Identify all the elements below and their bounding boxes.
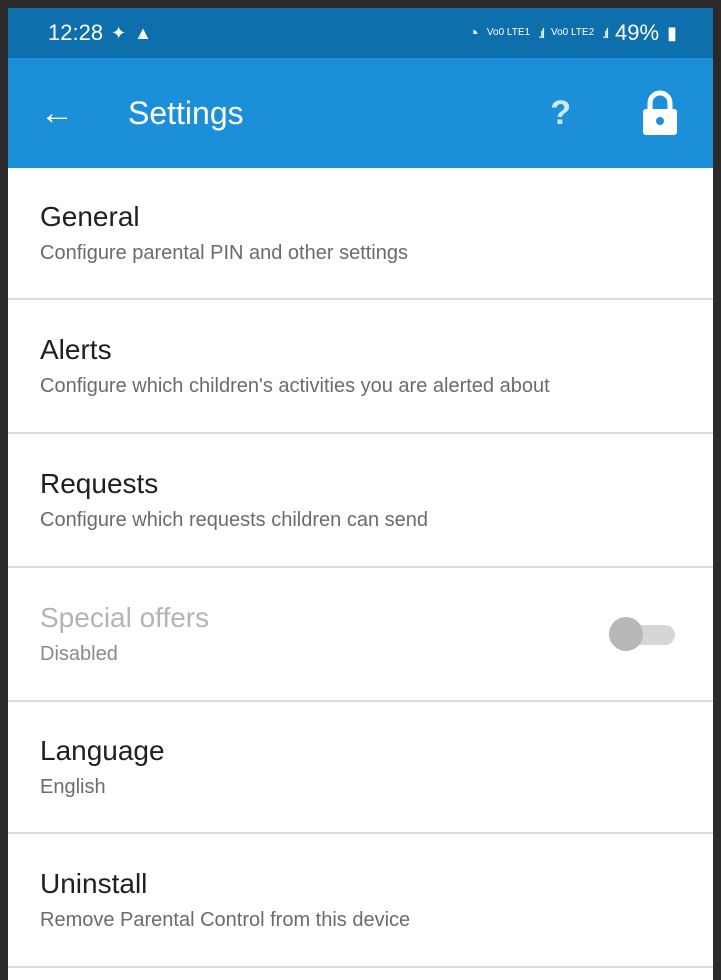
setting-title: Alerts: [40, 334, 112, 365]
back-arrow-icon[interactable]: ←: [40, 94, 102, 133]
setting-uninstall-text: Uninstall Remove Parental Control from t…: [40, 867, 410, 933]
setting-alerts-text: Alerts Configure which children's activi…: [40, 333, 640, 399]
lock-icon[interactable]: [641, 90, 679, 136]
setting-language[interactable]: Language English: [8, 702, 713, 834]
wifi-icon: ◔: [468, 22, 479, 43]
cast-icon: ✦: [111, 22, 127, 43]
page-title: Settings: [128, 94, 244, 131]
network-label-2: Vo0 LTE2: [550, 27, 595, 38]
phone-screen: 12:28 ✦ ▲ ◔ Vo0 LTE1 .ıl Vo0 LTE2 .ıl 49…: [8, 8, 713, 980]
status-time: 12:28: [48, 20, 104, 45]
setting-uninstall[interactable]: Uninstall Remove Parental Control from t…: [8, 834, 713, 968]
setting-special-offers-text: Special offers Disabled: [40, 601, 209, 667]
help-button[interactable]: ?: [550, 94, 571, 133]
signal-icon: .ıl: [538, 25, 545, 41]
warning-icon: ▲: [134, 22, 152, 43]
settings-list: General Configure parental PIN and other…: [8, 168, 713, 968]
setting-title: Requests: [40, 468, 159, 499]
setting-subtitle: Configure which requests children can se…: [40, 509, 428, 531]
special-offers-toggle[interactable]: [609, 617, 675, 651]
setting-title: General: [40, 201, 140, 232]
setting-alerts[interactable]: Alerts Configure which children's activi…: [8, 300, 713, 434]
setting-general[interactable]: General Configure parental PIN and other…: [8, 168, 713, 300]
battery-icon: ▮: [667, 22, 677, 43]
setting-requests-text: Requests Configure which requests childr…: [40, 467, 428, 533]
setting-general-text: General Configure parental PIN and other…: [40, 200, 408, 266]
setting-title: Special offers: [40, 602, 210, 633]
toggle-thumb: [609, 617, 643, 651]
network-label-1: Vo0 LTE1: [486, 27, 531, 38]
app-bar: ← Settings ?: [8, 58, 713, 168]
status-left: 12:28 ✦ ▲: [48, 20, 152, 46]
status-bar: 12:28 ✦ ▲ ◔ Vo0 LTE1 .ıl Vo0 LTE2 .ıl 49…: [8, 8, 713, 58]
setting-requests[interactable]: Requests Configure which requests childr…: [8, 434, 713, 568]
setting-title: Uninstall: [40, 868, 148, 899]
setting-subtitle: Configure which children's activities yo…: [40, 375, 550, 397]
setting-special-offers[interactable]: Special offers Disabled: [8, 568, 713, 702]
signal-icon-2: .ıl: [602, 25, 609, 41]
setting-title: Language: [40, 735, 165, 766]
setting-subtitle: English: [40, 776, 106, 798]
status-right: ◔ Vo0 LTE1 .ıl Vo0 LTE2 .ıl 49% ▮: [468, 20, 677, 46]
setting-subtitle: Remove Parental Control from this device: [40, 909, 411, 931]
setting-language-text: Language English: [40, 734, 165, 800]
setting-subtitle: Disabled: [40, 643, 118, 665]
battery-percent: 49%: [615, 20, 660, 45]
setting-subtitle: Configure parental PIN and other setting…: [40, 242, 408, 264]
